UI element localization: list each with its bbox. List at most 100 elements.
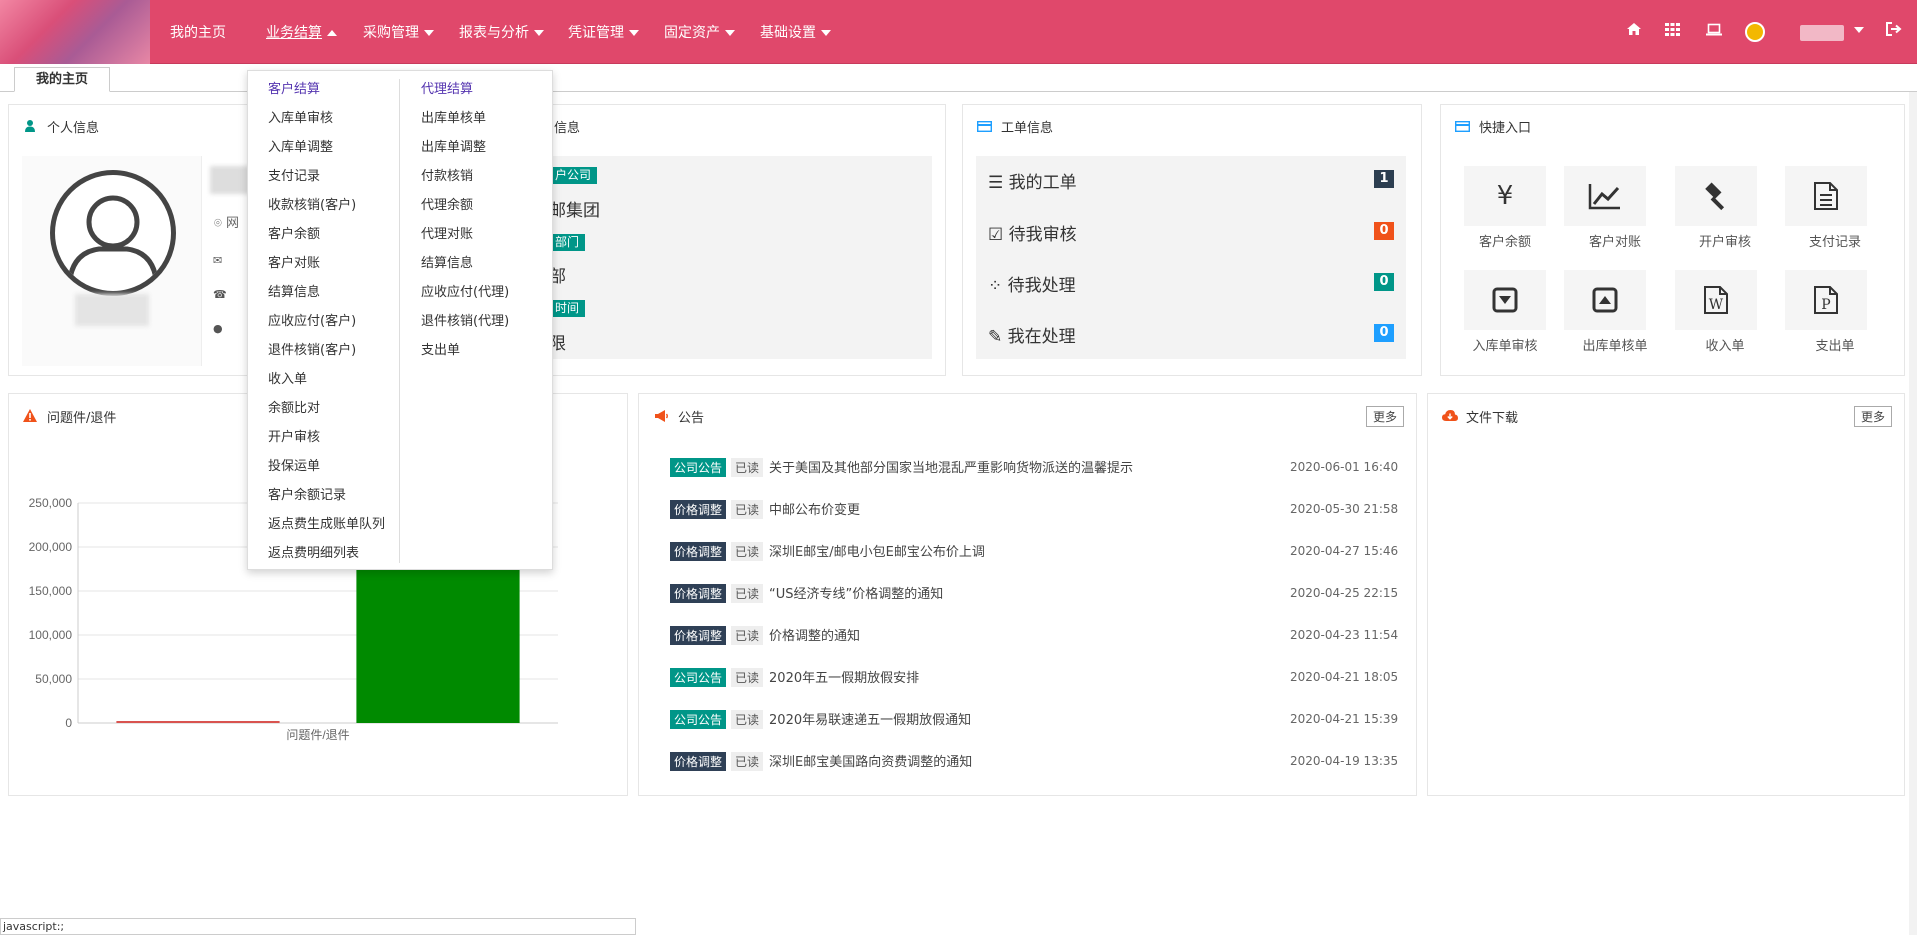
notice-read-badge: 已读 <box>731 458 764 477</box>
menu-item[interactable]: 应收应付(代理) <box>421 284 509 313</box>
nav-business-settlement[interactable]: 业务结算 <box>266 22 337 42</box>
notice-row[interactable]: 价格调整 已读 深圳E邮宝/邮电小包E邮宝公布价上调 <box>670 541 985 561</box>
user-menu-caret[interactable] <box>1849 22 1864 38</box>
y-tick-label: 0 <box>65 716 72 730</box>
notice-row[interactable]: 公司公告 已读 关于美国及其他部分国家当地混乱严重影响货物派送的温馨提示 <box>670 457 1133 477</box>
notice-read-badge: 已读 <box>731 752 764 771</box>
logout-icon[interactable] <box>1886 22 1902 40</box>
nav-basic-settings[interactable]: 基础设置 <box>760 22 831 42</box>
notice-title-link[interactable]: 关于美国及其他部分国家当地混乱严重影响货物派送的温馨提示 <box>769 461 1133 476</box>
quick-account-audit[interactable] <box>1675 166 1757 226</box>
menu-item[interactable]: 余额比对 <box>268 400 385 429</box>
notice-date: 2020-04-23 11:54 <box>1290 628 1399 642</box>
notice-row[interactable]: 价格调整 已读 价格调整的通知 <box>670 625 860 645</box>
menu-item[interactable]: 出库单核单 <box>421 110 509 139</box>
work-order-to-review[interactable]: ☑ 待我审核 <box>988 220 1077 245</box>
menu-item[interactable]: 出库单调整 <box>421 139 509 168</box>
nav-purchase[interactable]: 采购管理 <box>363 22 434 42</box>
menu-item[interactable]: 客户余额记录 <box>268 487 385 516</box>
nav-vouchers[interactable]: 凭证管理 <box>568 22 639 42</box>
tab-home[interactable]: 我的主页 <box>14 67 110 92</box>
customer-settlement-header: 客户结算 <box>268 82 321 97</box>
y-tick-label: 250,000 <box>29 496 73 510</box>
menu-item[interactable]: 代理对账 <box>421 226 509 255</box>
gavel-icon <box>1705 182 1725 211</box>
work-order-list: ☰ 我的工单 1 ☑ 待我审核 0 ⁘ 待我处理 0 ✎ 我在处理 0 <box>976 156 1406 359</box>
work-order-to-process[interactable]: ⁘ 待我处理 <box>988 271 1076 296</box>
menu-item[interactable]: 结算信息 <box>268 284 385 313</box>
laptop-icon[interactable] <box>1706 22 1722 40</box>
notice-category-badge: 价格调整 <box>670 584 727 603</box>
logo[interactable] <box>0 0 150 64</box>
quick-customer-reconcile[interactable] <box>1564 166 1646 226</box>
menu-item[interactable]: 投保运单 <box>268 458 385 487</box>
notice-title-link[interactable]: “US经济专线”价格调整的通知 <box>769 587 943 602</box>
dropdown-divider <box>399 79 400 563</box>
home-icon[interactable] <box>1626 22 1642 40</box>
notice-title-link[interactable]: 2020年易联速递五一假期放假通知 <box>769 713 971 728</box>
chart-line-icon <box>1588 184 1620 210</box>
menu-item[interactable]: 代理余额 <box>421 197 509 226</box>
name-blurred <box>210 166 250 194</box>
menu-item[interactable]: 收入单 <box>268 371 385 400</box>
notice-read-badge: 已读 <box>731 500 764 519</box>
notice-row[interactable]: 公司公告 已读 2020年易联速递五一假期放假通知 <box>670 709 971 729</box>
menu-item[interactable]: 入库单调整 <box>268 139 385 168</box>
document-icon <box>1814 182 1838 210</box>
file-more-button[interactable]: 更多 <box>1853 406 1892 427</box>
scrollbar[interactable] <box>1909 92 1917 935</box>
notice-row[interactable]: 价格调整 已读 深圳E邮宝美国路向资费调整的通知 <box>670 751 972 771</box>
menu-item[interactable]: 返点费明细列表 <box>268 545 385 574</box>
menu-item[interactable]: 返点费生成账单队列 <box>268 516 385 545</box>
phone-icon: ☎ <box>213 288 227 301</box>
menu-item[interactable]: 应收应付(客户) <box>268 313 385 342</box>
username-blurred[interactable] <box>1800 25 1844 41</box>
notice-row[interactable]: 价格调整 已读 “US经济专线”价格调整的通知 <box>670 583 943 603</box>
menu-item[interactable]: 退件核销(代理) <box>421 313 509 342</box>
company-value: 邮集团 <box>549 201 600 221</box>
menu-item[interactable]: 结算信息 <box>421 255 509 284</box>
ppt-doc-icon: P <box>1814 286 1838 314</box>
notice-read-badge: 已读 <box>731 626 764 645</box>
department-tag: 部门 <box>549 234 586 251</box>
menu-item[interactable]: 客户对账 <box>268 255 385 284</box>
caret-up-icon <box>327 30 337 36</box>
nav-home[interactable]: 我的主页 <box>170 22 226 42</box>
notice-more-button[interactable]: 更多 <box>1365 406 1404 427</box>
notice-title-link[interactable]: 深圳E邮宝/邮电小包E邮宝公布价上调 <box>769 545 985 560</box>
notice-title-link[interactable]: 深圳E邮宝美国路向资费调整的通知 <box>769 755 972 770</box>
menu-item[interactable]: 支付记录 <box>268 168 385 197</box>
count-badge: 1 <box>1374 170 1394 188</box>
menu-item[interactable]: 付款核销 <box>421 168 509 197</box>
notice-row[interactable]: 价格调整 已读 中邮公布价变更 <box>670 499 860 519</box>
menu-item[interactable]: 入库单审核 <box>268 110 385 139</box>
quick-expense-slip[interactable]: P <box>1785 270 1867 330</box>
menu-item[interactable]: 支出单 <box>421 342 509 371</box>
quick-inbound-audit[interactable] <box>1464 270 1546 330</box>
menu-item[interactable]: 收款核销(客户) <box>268 197 385 226</box>
credit-card-icon <box>1454 120 1471 136</box>
work-order-processing[interactable]: ✎ 我在处理 <box>988 322 1076 347</box>
menu-item[interactable]: 客户余额 <box>268 226 385 255</box>
menu-item[interactable]: 退件核销(客户) <box>268 342 385 371</box>
nav-reports[interactable]: 报表与分析 <box>459 22 544 42</box>
notice-row[interactable]: 公司公告 已读 2020年五一假期放假安排 <box>670 667 919 687</box>
quick-customer-balance[interactable]: ¥ <box>1464 166 1546 226</box>
quick-income-slip[interactable]: W <box>1675 270 1757 330</box>
menu-item[interactable]: 开户审核 <box>268 429 385 458</box>
grid-icon[interactable] <box>1665 22 1680 40</box>
notice-title-link[interactable]: 价格调整的通知 <box>769 629 860 644</box>
nav-fixed-assets[interactable]: 固定资产 <box>664 22 735 42</box>
quick-label: 开户审核 <box>1698 235 1751 250</box>
quick-outbound-check[interactable] <box>1564 270 1646 330</box>
notice-title-link[interactable]: 中邮公布价变更 <box>769 503 860 518</box>
quick-payment-records[interactable] <box>1785 166 1867 226</box>
notice-date: 2020-04-27 15:46 <box>1290 544 1399 558</box>
spinner-icon: ⁘ <box>988 276 1003 296</box>
work-order-mine[interactable]: ☰ 我的工单 <box>988 168 1077 193</box>
quick-entry-title: 快捷入口 <box>1454 117 1531 136</box>
checkbox-icon: ☑ <box>988 225 1004 245</box>
user-avatar-small[interactable] <box>1745 22 1765 42</box>
notice-title-link[interactable]: 2020年五一假期放假安排 <box>769 671 919 686</box>
customer-settlement-column: 客户结算 入库单审核 入库单调整 支付记录 收款核销(客户) 客户余额 客户对账 结算信息应… <box>268 81 385 574</box>
